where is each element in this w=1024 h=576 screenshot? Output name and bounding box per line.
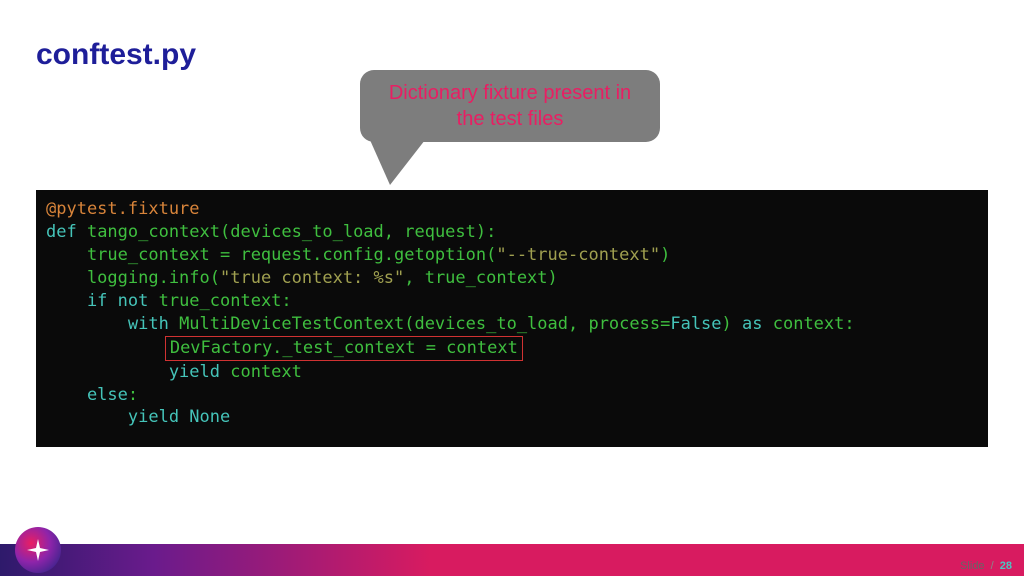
code-line-10: yield None [46,406,978,429]
code-line-8: yield context [46,361,978,384]
slide-current: 28 [1000,560,1012,572]
compass-star-icon [26,538,50,562]
slide-title: conftest.py [36,38,196,72]
slide-label: Slide [960,560,984,572]
code-line-5: if not true_context: [46,290,978,313]
logo-badge [15,527,61,573]
code-line-6: with MultiDeviceTestContext(devices_to_l… [46,313,978,336]
highlighted-code: DevFactory._test_context = context [165,336,523,361]
callout-line2: the test files [382,106,638,132]
slide-sep: / [991,560,994,572]
code-line-1: @pytest.fixture [46,198,978,221]
code-line-3: true_context = request.config.getoption(… [46,244,978,267]
code-block: @pytest.fixture def tango_context(device… [36,190,988,447]
callout-line1: Dictionary fixture present in [382,80,638,106]
code-line-9: else: [46,384,978,407]
callout-tail [370,140,425,185]
footer-bar [0,544,1024,576]
code-line-4: logging.info("true context: %s", true_co… [46,267,978,290]
callout-bubble: Dictionary fixture present in the test f… [360,70,660,185]
code-line-2: def tango_context(devices_to_load, reque… [46,221,978,244]
slide-number: Slide / 28 [960,560,1012,572]
code-line-7: DevFactory._test_context = context [46,336,978,361]
